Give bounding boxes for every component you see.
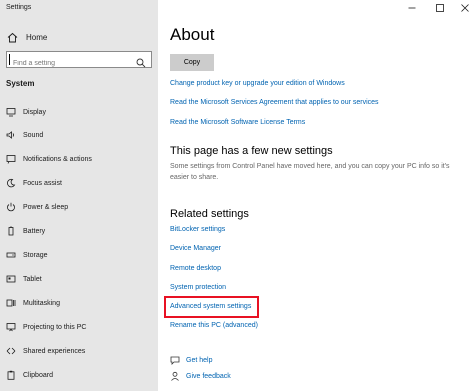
close-icon [461,4,469,12]
shared-experiences-icon [6,346,16,356]
sound-icon [6,130,16,140]
sidebar-item-home[interactable]: Home [6,30,47,44]
sidebar-item-clipboard[interactable]: Clipboard [0,366,158,384]
sidebar-item-label: Notifications & actions [23,155,92,163]
text-caret [9,54,10,65]
multitasking-icon [6,298,16,308]
bitlocker-settings-link[interactable]: BitLocker settings [170,226,225,233]
sidebar-item-storage[interactable]: Storage [0,246,158,264]
home-icon [6,31,18,43]
battery-icon [6,226,16,236]
give-feedback-link[interactable]: Give feedback [170,370,231,382]
window-title: Settings [6,4,32,11]
get-help-link[interactable]: Get help [170,354,212,366]
sidebar-item-focus-assist[interactable]: Focus assist [0,174,158,192]
notifications-icon [6,154,16,164]
sidebar-item-tablet[interactable]: Tablet [0,270,158,288]
search-icon[interactable] [136,55,146,68]
section-label: System [6,79,35,88]
minimize-icon [408,7,416,9]
sidebar-item-label: Display [23,108,46,116]
power-icon [6,202,16,212]
sidebar-item-notifications[interactable]: Notifications & actions [0,150,158,168]
search-box[interactable] [6,51,152,71]
copy-button[interactable]: Copy [170,54,214,71]
maximize-icon [436,4,444,12]
sidebar-item-label: Tablet [23,275,42,283]
display-icon [6,107,16,117]
sidebar-item-label: Shared experiences [23,347,86,355]
sidebar: Settings Home System Display Sound Notif… [0,0,158,391]
search-input[interactable] [7,56,125,71]
highlight-box [164,296,259,318]
services-agreement-link[interactable]: Read the Microsoft Services Agreement th… [170,99,379,106]
minimize-button[interactable] [405,2,419,14]
get-help-label: Get help [186,356,213,364]
sidebar-item-label: Multitasking [23,299,60,307]
clipboard-icon [6,370,16,380]
new-settings-text: Some settings from Control Panel have mo… [170,163,450,181]
sidebar-item-battery[interactable]: Battery [0,222,158,240]
change-product-key-link[interactable]: Change product key or upgrade your editi… [170,80,345,87]
new-settings-heading: This page has a few new settings [170,145,333,157]
sidebar-item-projecting[interactable]: Projecting to this PC [0,318,158,336]
help-icon [170,355,180,365]
sidebar-item-sound[interactable]: Sound [0,126,158,144]
projecting-icon [6,322,16,332]
page-title: About [170,25,215,44]
focus-assist-icon [6,178,16,188]
sidebar-item-label: Projecting to this PC [23,323,87,331]
sidebar-item-display[interactable]: Display [0,103,158,121]
sidebar-item-label: Clipboard [23,371,53,379]
sidebar-item-label: Focus assist [23,179,62,187]
sidebar-item-label: Power & sleep [23,203,69,211]
sidebar-item-label: Storage [23,251,48,259]
storage-icon [6,250,16,260]
sidebar-item-multitasking[interactable]: Multitasking [0,294,158,312]
tablet-icon [6,274,16,284]
sidebar-item-label: Battery [23,227,46,235]
feedback-icon [170,371,180,381]
rename-pc-link[interactable]: Rename this PC (advanced) [170,322,258,329]
give-feedback-label: Give feedback [186,372,231,380]
license-terms-link[interactable]: Read the Microsoft Software License Term… [170,119,305,126]
sidebar-item-label: Home [26,32,48,42]
close-button[interactable] [458,2,472,14]
sidebar-item-shared-experiences[interactable]: Shared experiences [0,342,158,360]
remote-desktop-link[interactable]: Remote desktop [170,265,221,272]
device-manager-link[interactable]: Device Manager [170,245,221,252]
sidebar-item-label: Sound [23,131,44,139]
related-settings-heading: Related settings [170,208,249,220]
maximize-button[interactable] [433,2,447,14]
system-protection-link[interactable]: System protection [170,284,226,291]
sidebar-item-power-sleep[interactable]: Power & sleep [0,198,158,216]
